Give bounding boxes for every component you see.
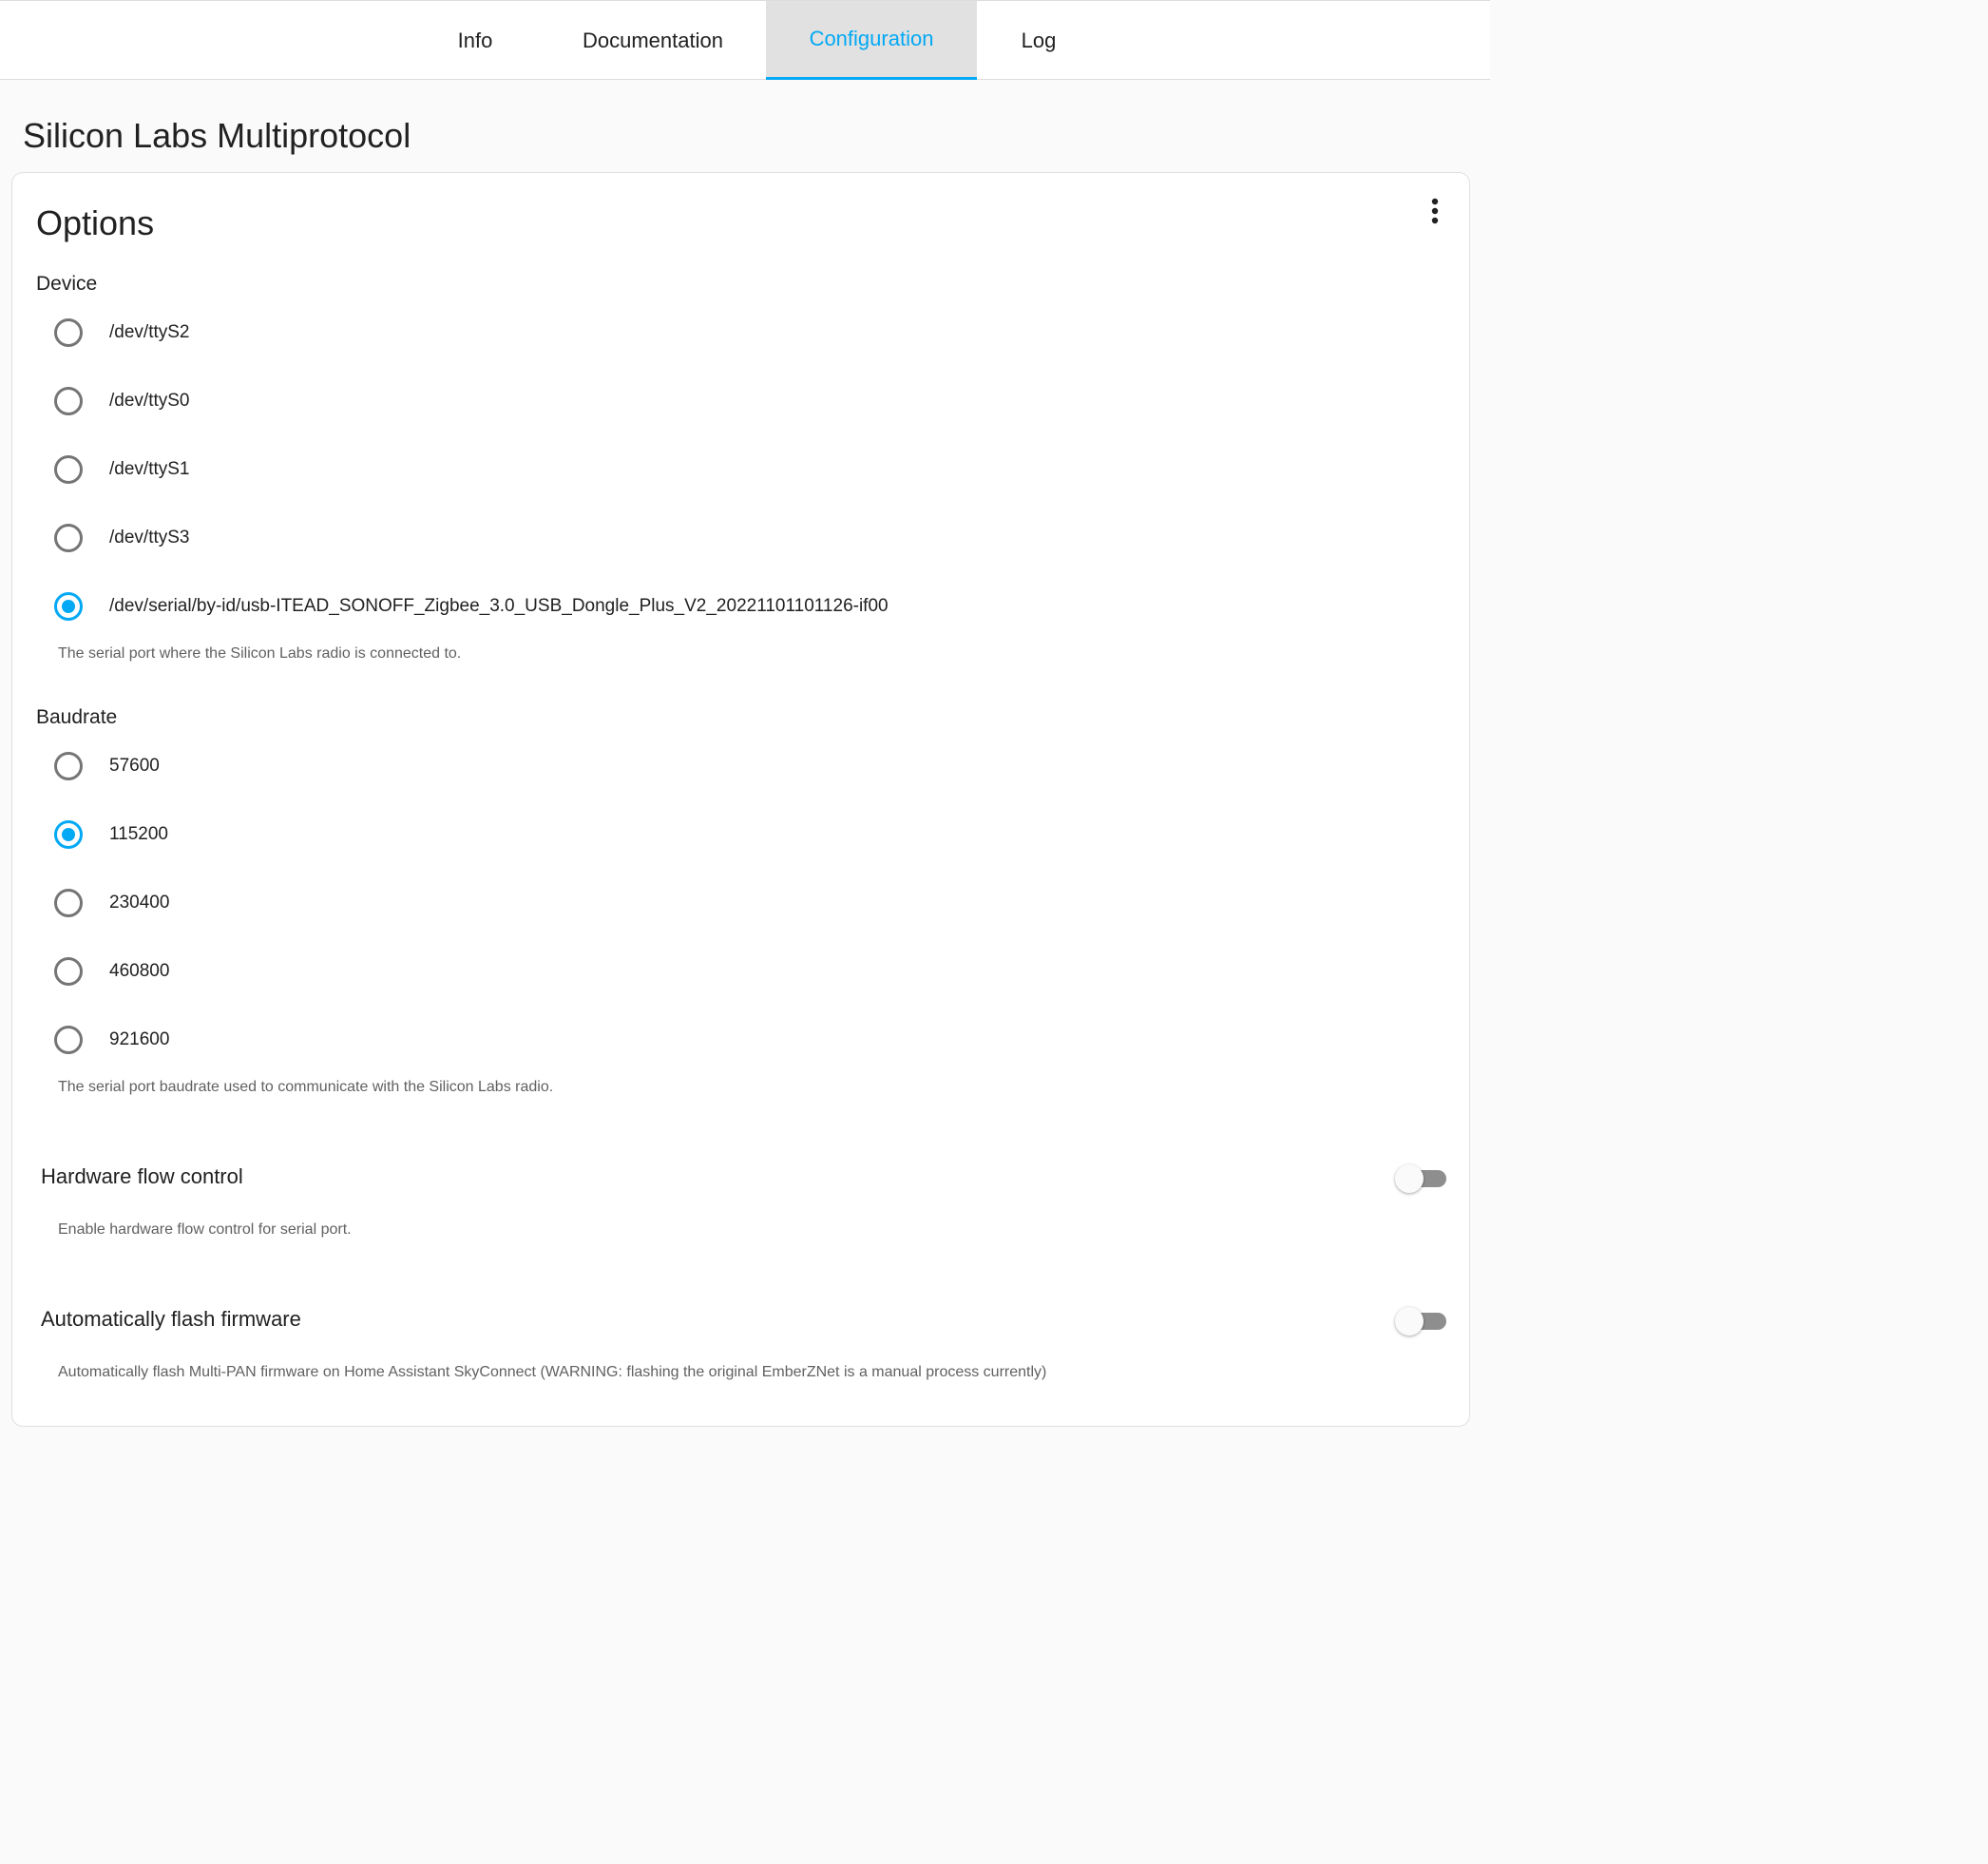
hardware-flow-control-label: Hardware flow control <box>41 1164 243 1188</box>
card-title: Options <box>36 203 155 242</box>
radio-label: 460800 <box>109 961 170 981</box>
auto-flash-firmware-helper-text: Automatically flash Multi-PAN firmware o… <box>58 1364 1047 1380</box>
device-option-ttys3[interactable]: /dev/ttyS3 <box>54 519 190 557</box>
device-option-sonoff-dongle[interactable]: /dev/serial/by-id/usb-ITEAD_SONOFF_Zigbe… <box>54 587 889 625</box>
radio-label: 57600 <box>109 756 160 776</box>
radio-label: /dev/ttyS0 <box>109 391 190 411</box>
radio-label: 921600 <box>109 1029 170 1049</box>
hardware-flow-control-helper-text: Enable hardware flow control for serial … <box>58 1221 352 1238</box>
radio-button[interactable] <box>54 387 83 415</box>
radio-button[interactable] <box>54 889 83 917</box>
radio-button[interactable] <box>54 752 83 780</box>
tab-info[interactable]: Info <box>430 1 521 80</box>
auto-flash-firmware-switch[interactable] <box>1393 1303 1448 1336</box>
more-vertical-glyph <box>1431 198 1439 224</box>
device-label: Device <box>36 273 98 295</box>
radio-label: /dev/ttyS2 <box>109 322 190 342</box>
radio-button[interactable] <box>54 455 83 484</box>
device-helper-text: The serial port where the Silicon Labs r… <box>58 645 462 662</box>
radio-button[interactable] <box>54 957 83 986</box>
radio-button[interactable] <box>54 318 83 347</box>
baudrate-option-230400[interactable]: 230400 <box>54 884 169 922</box>
tab-documentation[interactable]: Documentation <box>561 1 745 80</box>
radio-button[interactable] <box>54 820 83 849</box>
radio-button[interactable] <box>54 524 83 552</box>
device-option-ttys0[interactable]: /dev/ttyS0 <box>54 382 190 420</box>
baudrate-option-115200[interactable]: 115200 <box>54 816 168 854</box>
switch-thumb <box>1395 1164 1424 1193</box>
options-card: Options Device /dev/ttyS2 /dev/ttyS0 /de… <box>11 172 1470 1427</box>
radio-label: /dev/ttyS1 <box>109 459 190 479</box>
baudrate-option-921600[interactable]: 921600 <box>54 1021 169 1059</box>
more-vertical-icon[interactable] <box>1416 192 1454 230</box>
tab-log[interactable]: Log <box>994 1 1083 80</box>
auto-flash-firmware-label: Automatically flash firmware <box>41 1307 301 1331</box>
radio-label: /dev/ttyS3 <box>109 528 190 548</box>
radio-label: 230400 <box>109 893 170 913</box>
baudrate-label: Baudrate <box>36 706 118 728</box>
baudrate-helper-text: The serial port baudrate used to communi… <box>58 1079 554 1095</box>
radio-label: /dev/serial/by-id/usb-ITEAD_SONOFF_Zigbe… <box>109 596 889 616</box>
radio-button[interactable] <box>54 592 83 621</box>
baudrate-option-57600[interactable]: 57600 <box>54 747 160 785</box>
baudrate-option-460800[interactable]: 460800 <box>54 952 169 990</box>
radio-label: 115200 <box>109 824 168 844</box>
page-title: Silicon Labs Multiprotocol <box>23 116 411 155</box>
switch-thumb <box>1395 1307 1424 1336</box>
hardware-flow-control-switch[interactable] <box>1393 1161 1448 1193</box>
tab-bar: Info Documentation Configuration Log <box>0 0 1490 80</box>
device-option-ttys1[interactable]: /dev/ttyS1 <box>54 451 190 489</box>
radio-button[interactable] <box>54 1026 83 1054</box>
device-option-ttys2[interactable]: /dev/ttyS2 <box>54 314 190 352</box>
tab-configuration[interactable]: Configuration <box>766 1 977 80</box>
